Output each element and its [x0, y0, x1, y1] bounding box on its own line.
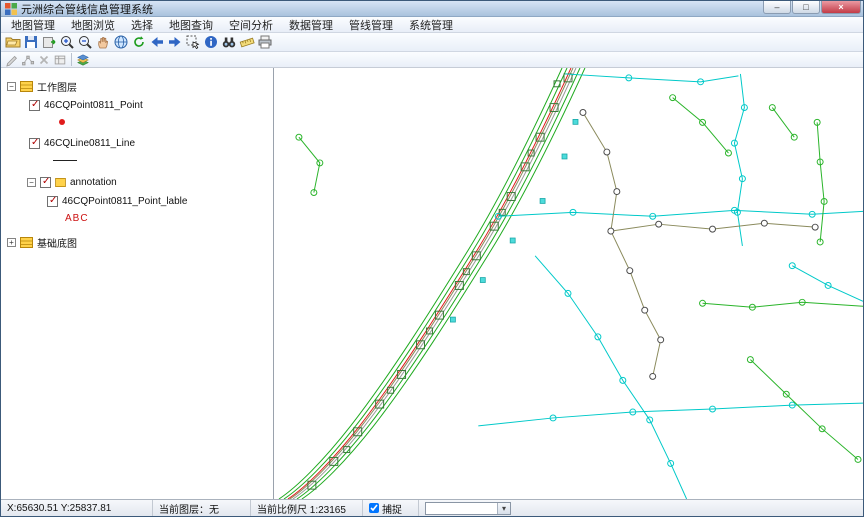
select-features-icon[interactable]	[184, 34, 202, 51]
line-layer-checkbox[interactable]	[29, 138, 40, 149]
close-button[interactable]: ×	[821, 1, 861, 14]
menu-item-select[interactable]: 选择	[123, 16, 161, 34]
label-legend-row: ABC	[7, 211, 273, 225]
line-layer-label: 46CQLine0811_Line	[44, 138, 135, 149]
green-pipelines	[296, 95, 863, 463]
menu-bar: 地图管理 地图浏览 选择 地图查询 空间分析 数据管理 管线管理 系统管理	[1, 17, 863, 33]
point-legend-symbol	[59, 119, 65, 125]
annotation-icon	[55, 178, 66, 187]
main-toolbar	[1, 33, 863, 52]
line-legend-symbol	[53, 160, 77, 161]
label-layer-label: 46CQPoint0811_Point_lable	[62, 196, 187, 207]
coordinates-readout: X:65630.51 Y:25837.81	[1, 500, 153, 516]
collapse-icon[interactable]	[27, 178, 36, 187]
line-layer-legend-row	[7, 153, 273, 167]
zoom-out-icon[interactable]	[76, 34, 94, 51]
collapse-icon[interactable]	[7, 82, 16, 91]
line-layer-row[interactable]: 46CQLine0811_Line	[7, 135, 273, 151]
pipeline-corridor	[279, 68, 585, 499]
toolbar-separator	[71, 53, 72, 66]
layer-group-icon	[20, 237, 33, 248]
layer-manager-icon[interactable]	[75, 53, 91, 67]
identify-icon[interactable]	[202, 34, 220, 51]
menu-item-map-query[interactable]: 地图查询	[161, 16, 221, 34]
map-view[interactable]	[274, 68, 863, 499]
map-canvas[interactable]	[274, 68, 863, 499]
snap-label: 捕捉	[382, 501, 402, 516]
find-icon[interactable]	[220, 34, 238, 51]
menu-item-spatial-analysis[interactable]: 空间分析	[221, 16, 281, 34]
previous-view-icon[interactable]	[148, 34, 166, 51]
attributes-icon[interactable]	[52, 53, 68, 67]
maximize-button[interactable]: □	[792, 1, 820, 14]
window-title: 元洲综合管线信息管理系统	[21, 1, 153, 17]
snap-layer-dropdown[interactable]: ▾	[425, 502, 511, 515]
point-layer-label: 46CQPoint0811_Point	[44, 100, 143, 111]
work-layers-label: 工作图层	[37, 79, 77, 94]
zoom-in-icon[interactable]	[58, 34, 76, 51]
label-layer-row[interactable]: 46CQPoint0811_Point_lable	[7, 193, 273, 209]
scale-readout: 当前比例尺 1:23165	[251, 500, 363, 516]
point-layer-checkbox[interactable]	[29, 100, 40, 111]
olive-nodes	[580, 110, 818, 380]
olive-pipelines	[583, 112, 815, 376]
annotation-group-node[interactable]: annotation	[7, 174, 273, 190]
expand-icon[interactable]	[7, 238, 16, 247]
menu-item-pipeline-management[interactable]: 管线管理	[341, 16, 401, 34]
window-controls: – □ ×	[762, 1, 861, 14]
corridor-node-symbols	[308, 74, 572, 489]
base-map-node[interactable]: 基础底图	[7, 234, 273, 250]
delete-feature-icon[interactable]	[36, 53, 52, 67]
chevron-down-icon[interactable]: ▾	[497, 503, 510, 514]
title-bar: 元洲综合管线信息管理系统 – □ ×	[1, 1, 863, 17]
save-icon[interactable]	[22, 34, 40, 51]
edit-toolbar	[1, 52, 863, 68]
snap-toggle-segment: 捕捉	[363, 500, 419, 516]
layers-panel: 工作图层 46CQPoint0811_Point 46CQLine0811_Li…	[1, 68, 274, 499]
base-map-label: 基础底图	[37, 235, 77, 250]
menu-item-system-management[interactable]: 系统管理	[401, 16, 461, 34]
label-layer-checkbox[interactable]	[47, 196, 58, 207]
measure-icon[interactable]	[238, 34, 256, 51]
label-legend-symbol: ABC	[65, 213, 89, 224]
main-area: 工作图层 46CQPoint0811_Point 46CQLine0811_Li…	[1, 68, 863, 499]
app-window: 元洲综合管线信息管理系统 – □ × 地图管理 地图浏览 选择 地图查询 空间分…	[0, 0, 864, 517]
status-bar: X:65630.51 Y:25837.81 当前图层：无 当前比例尺 1:231…	[1, 499, 863, 516]
print-icon[interactable]	[256, 34, 274, 51]
full-extent-icon[interactable]	[112, 34, 130, 51]
point-layer-row[interactable]: 46CQPoint0811_Point	[7, 97, 273, 113]
point-layer-legend-row	[7, 115, 273, 129]
open-map-icon[interactable]	[4, 34, 22, 51]
corridor-cyan-symbols	[450, 119, 578, 322]
work-layers-node[interactable]: 工作图层	[7, 78, 273, 94]
current-layer-readout: 当前图层：无	[153, 500, 251, 516]
layer-group-icon	[20, 81, 33, 92]
refresh-icon[interactable]	[130, 34, 148, 51]
annotation-checkbox[interactable]	[40, 177, 51, 188]
export-icon[interactable]	[40, 34, 58, 51]
snap-checkbox[interactable]	[369, 503, 379, 513]
move-vertex-icon[interactable]	[20, 53, 36, 67]
next-view-icon[interactable]	[166, 34, 184, 51]
menu-item-data-management[interactable]: 数据管理	[281, 16, 341, 34]
minimize-button[interactable]: –	[763, 1, 791, 14]
annotation-label: annotation	[70, 177, 117, 188]
menu-item-map-management[interactable]: 地图管理	[3, 16, 63, 34]
pan-icon[interactable]	[94, 34, 112, 51]
app-icon	[5, 3, 17, 15]
menu-item-map-browse[interactable]: 地图浏览	[63, 16, 123, 34]
edit-sketch-icon[interactable]	[4, 53, 20, 67]
